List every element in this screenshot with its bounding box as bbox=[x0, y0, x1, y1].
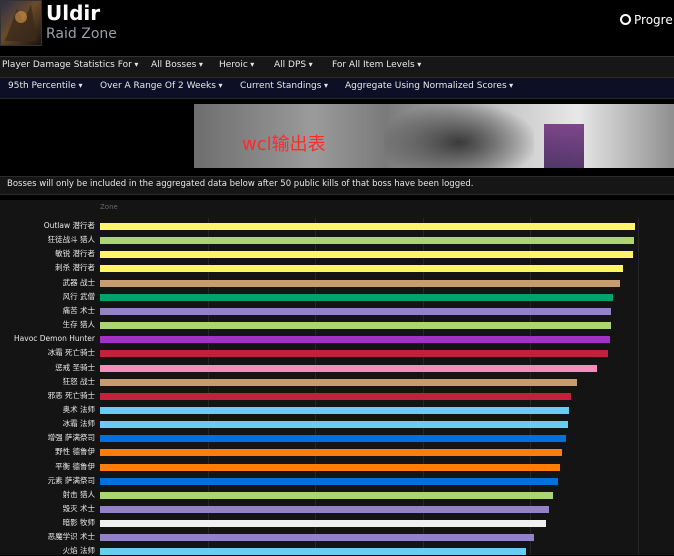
bar-1[interactable] bbox=[100, 237, 634, 245]
category-label: 武器 战士 bbox=[62, 277, 95, 287]
category-label: 冰霜 死亡骑士 bbox=[47, 348, 95, 358]
banner-image: wcl输出表 bbox=[194, 104, 674, 168]
category-label: 风行 武僧 bbox=[62, 291, 95, 301]
bar-23[interactable] bbox=[100, 548, 526, 556]
bar-15[interactable] bbox=[100, 435, 566, 443]
category-label: 惩戒 圣骑士 bbox=[55, 362, 95, 372]
damage-bar-chart: Zone Outlaw 潜行者 狂徒战斗 猎人敏锐 潜行者 刺杀 潜行者武器 战士风… bbox=[0, 200, 674, 556]
bar-16[interactable] bbox=[100, 449, 562, 457]
page-subtitle: Raid Zone bbox=[46, 26, 117, 42]
category-label: 狂怒 战士 bbox=[62, 376, 95, 386]
category-label: 射击 猎人 bbox=[62, 489, 95, 499]
menu-statistics-type[interactable]: Player Damage Statistics For bbox=[2, 60, 138, 70]
chart-axis-label: Zone bbox=[100, 203, 118, 211]
menu-time-range[interactable]: Over A Range Of 2 Weeks bbox=[100, 81, 223, 91]
menu-standings[interactable]: Current Standings bbox=[240, 81, 328, 91]
menu-bosses[interactable]: All Bosses bbox=[151, 60, 203, 70]
bar-20[interactable] bbox=[100, 506, 549, 513]
notice-bar: Bosses will only be included in the aggr… bbox=[0, 176, 674, 195]
category-label: 生存 猎人 bbox=[62, 320, 95, 330]
category-label: 敏锐 潜行者 bbox=[55, 249, 95, 259]
category-label: 增强 萨满祭司 bbox=[47, 433, 95, 443]
menu-item-levels[interactable]: For All Item Levels bbox=[332, 60, 421, 70]
menu-aggregate[interactable]: Aggregate Using Normalized Scores bbox=[345, 81, 513, 91]
zone-logo bbox=[0, 0, 42, 46]
category-label: 恶魔学识 术士 bbox=[47, 532, 95, 542]
bar-8[interactable] bbox=[100, 336, 610, 344]
bar-11[interactable] bbox=[100, 378, 577, 386]
page-title: Uldir bbox=[46, 1, 101, 25]
bar-9[interactable] bbox=[100, 350, 608, 358]
bar-21[interactable] bbox=[100, 520, 546, 528]
filter-bar-primary: Player Damage Statistics For All Bosses … bbox=[0, 56, 674, 78]
category-label: Outlaw 潜行者 bbox=[43, 221, 95, 230]
bar-17[interactable] bbox=[100, 463, 560, 471]
bar-12[interactable] bbox=[100, 392, 571, 400]
bar-2[interactable] bbox=[100, 251, 633, 259]
category-label: Havoc Demon Hunter bbox=[14, 334, 95, 344]
globe-icon bbox=[620, 14, 631, 25]
category-label: 毁灭 术士 bbox=[62, 504, 95, 513]
page-header: Uldir Raid Zone Progre bbox=[0, 0, 674, 52]
bar-6[interactable] bbox=[100, 307, 611, 315]
bar-13[interactable] bbox=[100, 406, 569, 414]
progress-label: Progre bbox=[634, 13, 673, 27]
menu-difficulty[interactable]: Heroic bbox=[219, 60, 254, 70]
menu-role[interactable]: All DPS bbox=[274, 60, 313, 70]
filter-bar-secondary: 95th Percentile Over A Range Of 2 Weeks … bbox=[0, 78, 674, 99]
bar-18[interactable] bbox=[100, 477, 558, 485]
category-label: 平衡 德鲁伊 bbox=[55, 461, 95, 471]
notice-text: Bosses will only be included in the aggr… bbox=[7, 179, 474, 189]
category-label: 奥术 法师 bbox=[62, 404, 95, 414]
banner-text: wcl输出表 bbox=[242, 134, 326, 155]
menu-percentile[interactable]: 95th Percentile bbox=[8, 81, 83, 91]
bar-22[interactable] bbox=[100, 534, 534, 542]
bar-14[interactable] bbox=[100, 421, 568, 429]
gridline bbox=[638, 218, 639, 555]
bar-10[interactable] bbox=[100, 364, 597, 372]
bar-4[interactable] bbox=[100, 279, 620, 287]
progress-link[interactable]: Progre bbox=[620, 13, 673, 27]
category-label: 元素 萨满祭司 bbox=[47, 475, 95, 485]
category-label: 痛苦 术士 bbox=[62, 305, 95, 315]
bar-19[interactable] bbox=[100, 491, 553, 499]
bar-7[interactable] bbox=[100, 322, 611, 330]
category-label: 野性 德鲁伊 bbox=[55, 447, 95, 457]
bar-5[interactable] bbox=[100, 293, 613, 301]
category-label: 刺杀 潜行者 bbox=[55, 263, 95, 273]
category-label: 冰霜 法师 bbox=[62, 419, 95, 429]
category-label: 暗影 牧师 bbox=[62, 518, 95, 528]
category-label: 狂徒战斗 猎人 bbox=[47, 235, 95, 245]
category-label: 邪恶 死亡骑士 bbox=[47, 390, 95, 400]
bar-0[interactable] bbox=[100, 223, 635, 230]
bar-3[interactable] bbox=[100, 265, 623, 273]
